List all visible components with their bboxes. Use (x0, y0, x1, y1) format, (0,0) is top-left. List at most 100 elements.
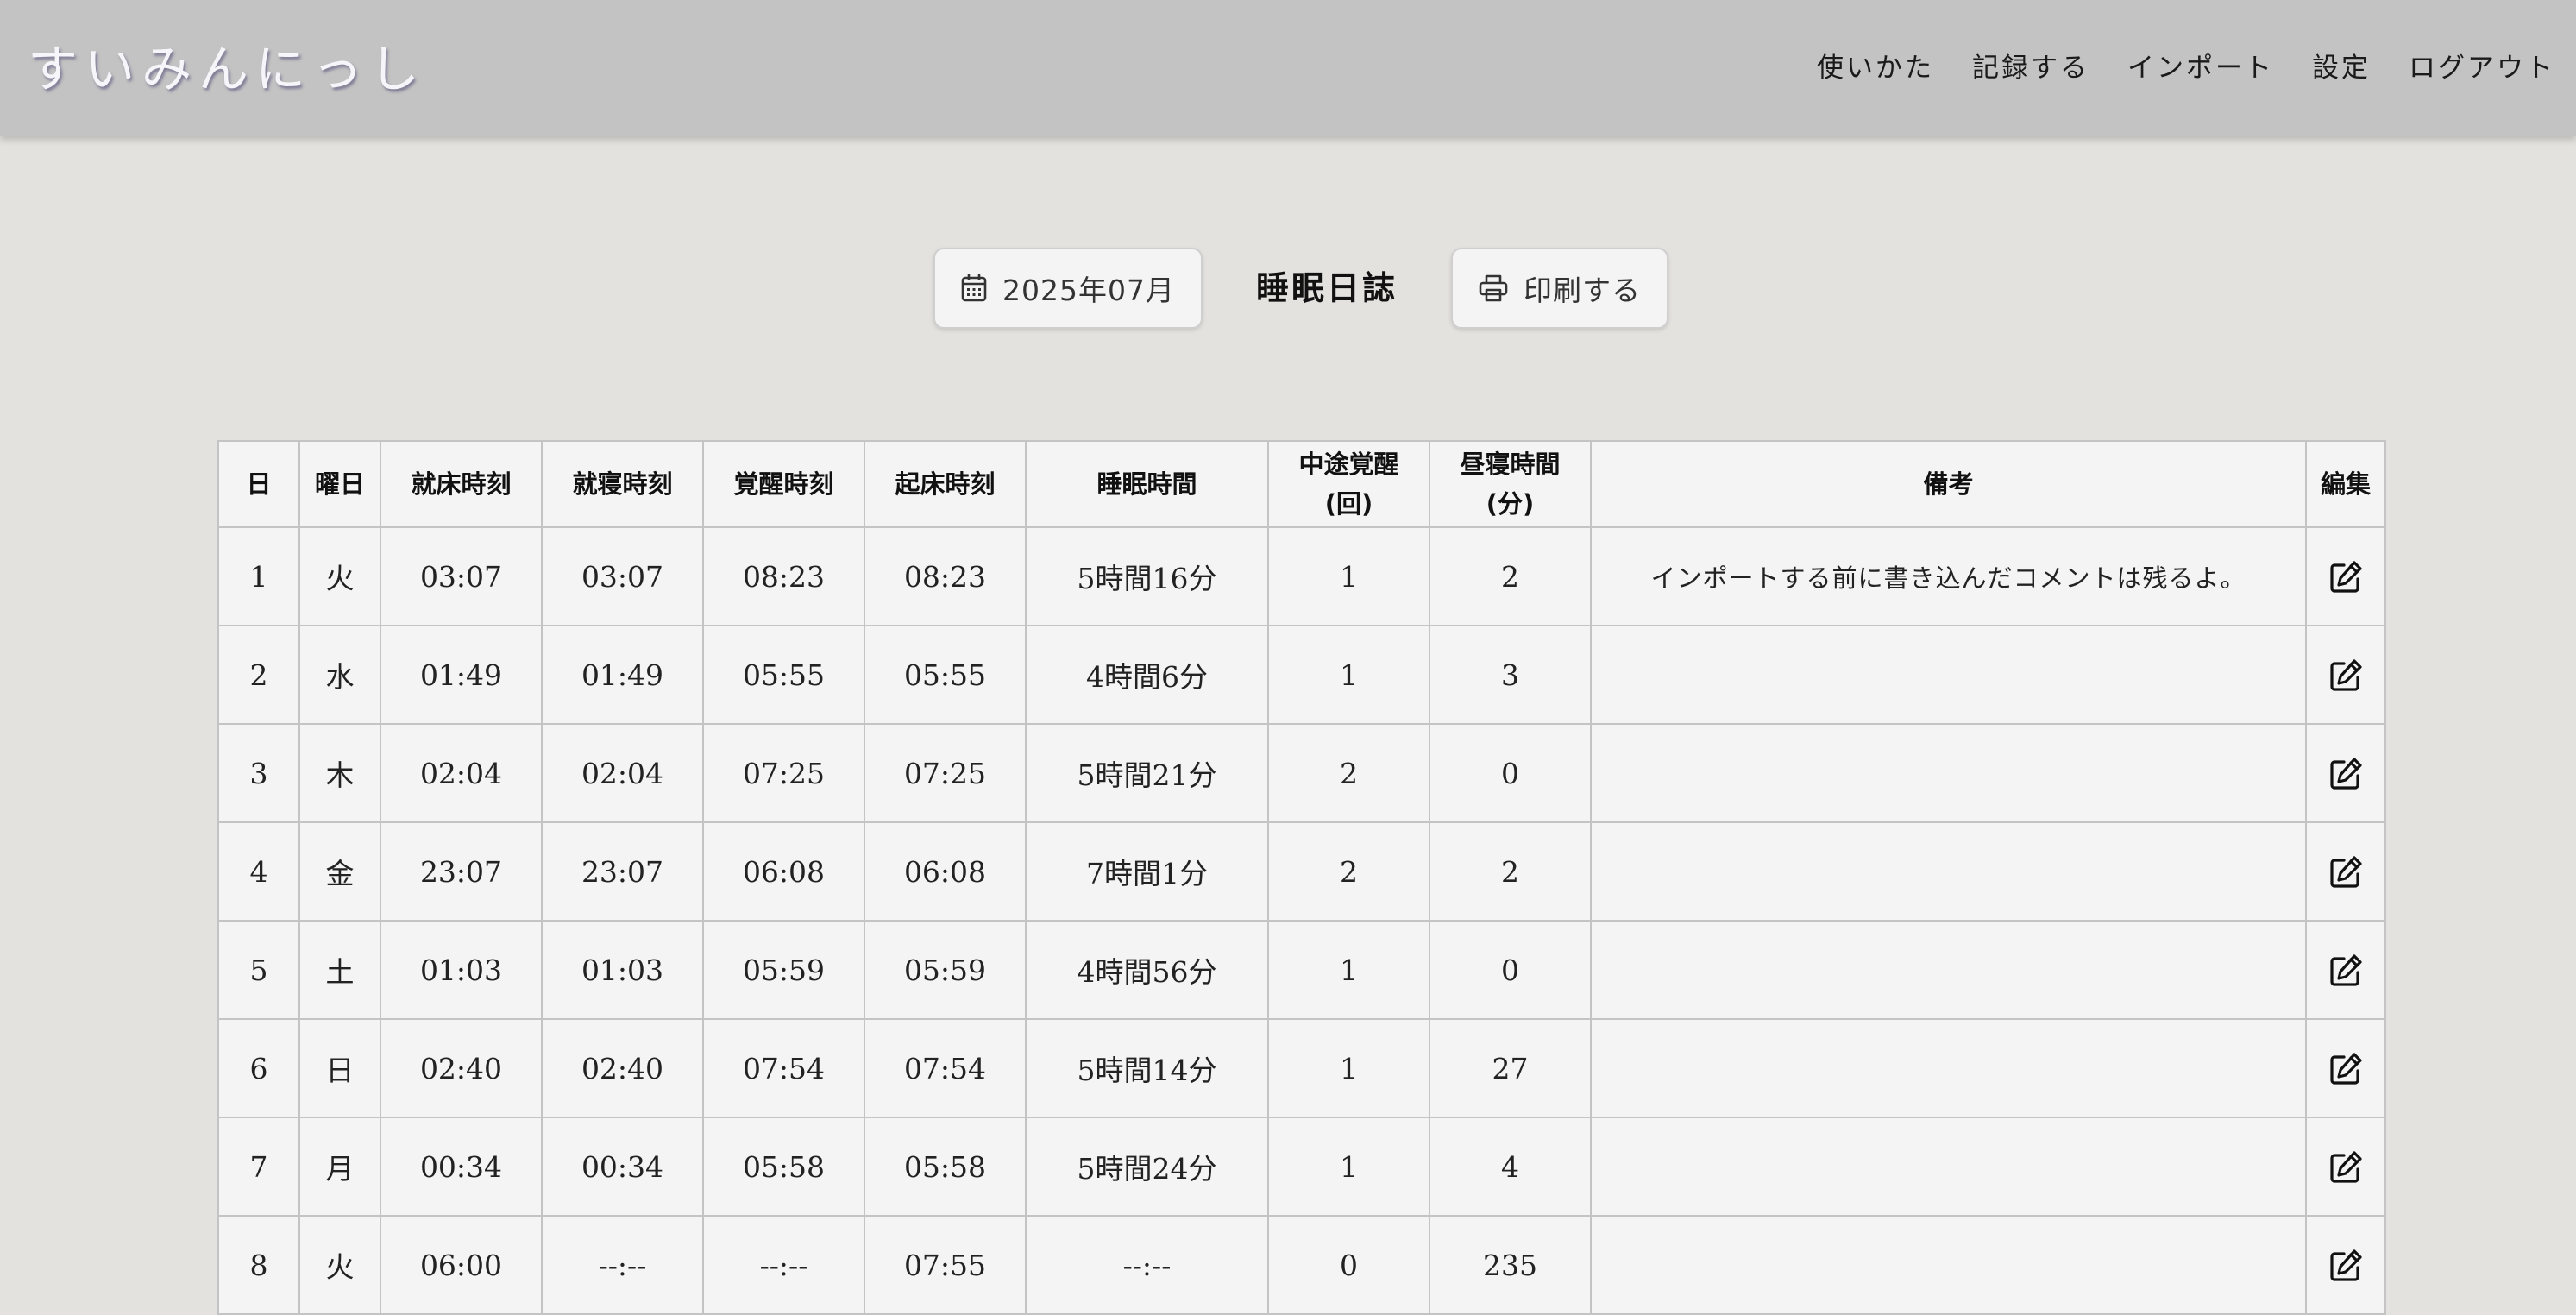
edit-button[interactable] (2305, 625, 2386, 725)
column-header-edit: 編集 (2305, 440, 2386, 528)
column-header-getup: 起床時刻 (864, 440, 1027, 528)
table-row: 3 木 02:04 02:04 07:25 07:25 5時間21分 2 0 (217, 723, 2386, 823)
table-header-row: 日 曜日 就床時刻 就寝時刻 覚醒時刻 起床時刻 睡眠時間 中途覚醒 (回) 昼寝… (217, 440, 2386, 528)
page-title: 睡眠日誌 (1255, 269, 1398, 307)
cell-bedtime: 23:07 (380, 821, 543, 922)
cell-wake: 07:54 (702, 1018, 865, 1118)
cell-nap: 3 (1429, 625, 1592, 725)
column-header-nap-line2: (分) (1486, 489, 1535, 519)
column-header-sleep-onset: 就寝時刻 (541, 440, 704, 528)
cell-awakenings: 2 (1267, 821, 1430, 922)
cell-getup: 07:54 (864, 1018, 1027, 1118)
cell-sleep-onset: 23:07 (541, 821, 704, 922)
cell-note (1590, 1215, 2307, 1315)
nav-link-record[interactable]: 記録する (1972, 43, 2089, 93)
cell-note (1590, 920, 2307, 1020)
cell-sleep-onset: 00:34 (541, 1117, 704, 1217)
edit-icon (2328, 657, 2364, 691)
cell-wake: --:-- (702, 1215, 865, 1315)
cell-weekday: 土 (298, 920, 381, 1020)
cell-note (1590, 723, 2307, 823)
cell-getup: 05:59 (864, 920, 1027, 1020)
cell-sleep-onset: --:-- (541, 1215, 704, 1315)
nav-link-settings[interactable]: 設定 (2312, 43, 2371, 93)
table-body: 1 火 03:07 03:07 08:23 08:23 5時間16分 1 2 インポートする前に書… (217, 526, 2386, 1315)
table-row: 7 月 00:34 00:34 05:58 05:58 5時間24分 1 4 (217, 1117, 2386, 1217)
cell-weekday: 木 (298, 723, 381, 823)
cell-awakenings: 1 (1267, 920, 1430, 1020)
navbar: すいみんにっし 使いかた 記録する インポート 設定 ログアウト (0, 0, 2576, 136)
cell-wake: 07:25 (702, 723, 865, 823)
column-header-note: 備考 (1590, 440, 2307, 528)
column-header-awakenings-line1: 中途覚醒 (1298, 450, 1399, 479)
table-row: 2 水 01:49 01:49 05:55 05:55 4時間6分 1 3 (217, 625, 2386, 725)
cell-duration: --:-- (1025, 1215, 1269, 1315)
edit-button[interactable] (2305, 920, 2386, 1020)
cell-day: 8 (217, 1215, 300, 1315)
cell-sleep-onset: 01:49 (541, 625, 704, 725)
edit-icon (2328, 1148, 2364, 1183)
cell-getup: 06:08 (864, 821, 1027, 922)
table-row: 4 金 23:07 23:07 06:08 06:08 7時間1分 2 2 (217, 821, 2386, 922)
nav-link-howto[interactable]: 使いかた (1817, 43, 1934, 93)
cell-getup: 05:58 (864, 1117, 1027, 1217)
column-header-nap: 昼寝時間 (分) (1429, 440, 1592, 528)
column-header-day: 日 (217, 440, 300, 528)
cell-nap: 235 (1429, 1215, 1592, 1315)
column-header-awakenings-line2: (回) (1324, 489, 1373, 519)
cell-wake: 05:55 (702, 625, 865, 725)
cell-awakenings: 1 (1267, 625, 1430, 725)
cell-sleep-onset: 02:04 (541, 723, 704, 823)
cell-bedtime: 02:04 (380, 723, 543, 823)
column-header-nap-line1: 昼寝時間 (1460, 450, 1561, 479)
cell-awakenings: 2 (1267, 723, 1430, 823)
cell-bedtime: 02:40 (380, 1018, 543, 1118)
column-header-weekday: 曜日 (298, 440, 381, 528)
nav-link-import[interactable]: インポート (2127, 43, 2274, 93)
cell-weekday: 日 (298, 1018, 381, 1118)
cell-sleep-onset: 03:07 (541, 526, 704, 626)
cell-day: 3 (217, 723, 300, 823)
cell-getup: 05:55 (864, 625, 1027, 725)
cell-day: 1 (217, 526, 300, 626)
cell-note (1590, 1018, 2307, 1118)
table-row: 8 火 06:00 --:-- --:-- 07:55 --:-- 0 235 (217, 1215, 2386, 1315)
table-row: 5 土 01:03 01:03 05:59 05:59 4時間56分 1 0 (217, 920, 2386, 1020)
cell-nap: 0 (1429, 723, 1592, 823)
cell-awakenings: 1 (1267, 526, 1430, 626)
edit-button[interactable] (2305, 1215, 2386, 1315)
edit-icon (2328, 558, 2364, 593)
edit-button[interactable] (2305, 1018, 2386, 1118)
cell-day: 4 (217, 821, 300, 922)
cell-duration: 7時間1分 (1025, 821, 1269, 922)
cell-weekday: 水 (298, 625, 381, 725)
cell-nap: 2 (1429, 821, 1592, 922)
nav-link-logout[interactable]: ログアウト (2409, 43, 2555, 93)
cell-getup: 08:23 (864, 526, 1027, 626)
cell-duration: 5時間16分 (1025, 526, 1269, 626)
edit-button[interactable] (2305, 1117, 2386, 1217)
printer-icon (1479, 274, 1508, 302)
cell-day: 7 (217, 1117, 300, 1217)
cell-getup: 07:25 (864, 723, 1027, 823)
cell-wake: 08:23 (702, 526, 865, 626)
edit-button[interactable] (2305, 723, 2386, 823)
cell-duration: 5時間24分 (1025, 1117, 1269, 1217)
sleep-log-table: 日 曜日 就床時刻 就寝時刻 覚醒時刻 起床時刻 睡眠時間 中途覚醒 (回) 昼寝… (217, 440, 2386, 1315)
edit-icon (2328, 952, 2364, 986)
cell-nap: 0 (1429, 920, 1592, 1020)
cell-weekday: 火 (298, 526, 381, 626)
edit-icon (2328, 755, 2364, 790)
print-button[interactable]: 印刷する (1451, 248, 1668, 329)
cell-duration: 5時間14分 (1025, 1018, 1269, 1118)
cell-awakenings: 1 (1267, 1018, 1430, 1118)
month-picker-button[interactable]: 2025年07月 (933, 248, 1203, 329)
cell-weekday: 金 (298, 821, 381, 922)
sleep-log-table-container: 日 曜日 就床時刻 就寝時刻 覚醒時刻 起床時刻 睡眠時間 中途覚醒 (回) 昼寝… (217, 440, 2386, 1315)
cell-wake: 05:59 (702, 920, 865, 1020)
edit-button[interactable] (2305, 821, 2386, 922)
edit-button[interactable] (2305, 526, 2386, 626)
cell-weekday: 月 (298, 1117, 381, 1217)
column-header-bedtime: 就床時刻 (380, 440, 543, 528)
brand-logo[interactable]: すいみんにっし (28, 35, 426, 104)
